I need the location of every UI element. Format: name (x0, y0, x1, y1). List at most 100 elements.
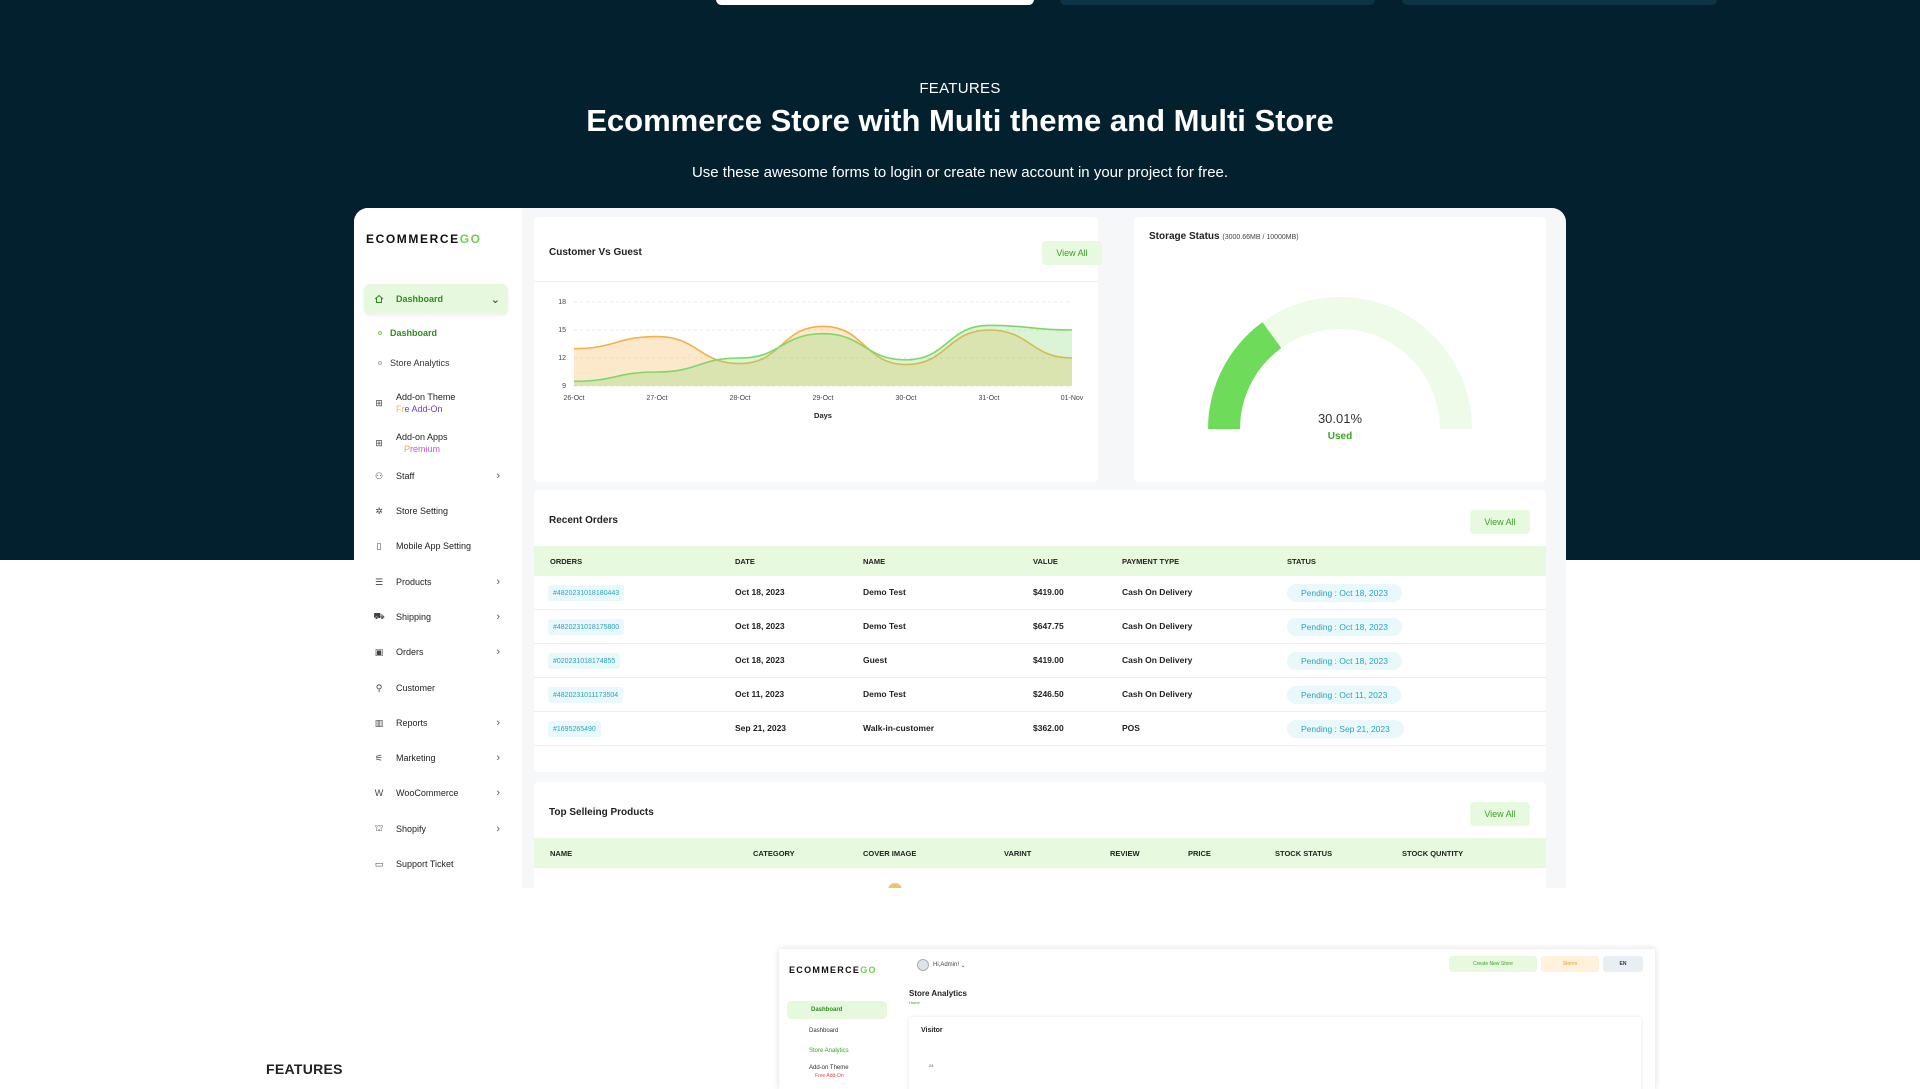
sidebar-subitem-dashboard[interactable]: Dashboard (809, 1028, 838, 1034)
sidebar-item-addon-theme[interactable]: Add-on Theme (809, 1065, 849, 1071)
payment-type: Cash On Delivery (1122, 621, 1193, 631)
y-tick-label: 12 (558, 355, 566, 362)
sidebar-item-customer[interactable]: ⚲ Customer (364, 673, 508, 703)
view-all-button[interactable]: View All (1470, 802, 1530, 826)
view-all-button[interactable]: View All (1470, 510, 1530, 534)
x-tick-label: 29-Oct (812, 395, 833, 402)
order-id-link[interactable]: #4820231018175800 (548, 619, 625, 635)
order-date: Oct 18, 2023 (735, 621, 785, 631)
sidebar-subitem-store-analytics[interactable]: Store Analytics (378, 358, 450, 368)
order-id-link[interactable]: #020231018174855 (548, 653, 621, 669)
sidebar-item-store-setting[interactable]: ✲ Store Setting (364, 496, 508, 526)
y-tick-label: 15 (558, 327, 566, 334)
table-row[interactable]: #4820231011173504 Oct 11, 2023 Demo Test $2… (534, 678, 1546, 712)
chevron-right-icon: › (496, 646, 500, 658)
column-header: VARINT (1004, 848, 1032, 858)
column-header: DATE (735, 556, 755, 566)
top-tab-button[interactable] (1060, 0, 1375, 5)
grid-icon: ⊞ (375, 397, 383, 408)
breadcrumb[interactable]: Home (909, 1000, 920, 1005)
sidebar-item-woocommerce[interactable]: W WooCommerce › (364, 778, 508, 808)
sidebar-item-label: Add-on Apps (396, 431, 448, 442)
table-row[interactable]: #1695265490 Sep 21, 2023 Walk-in-customer $… (534, 712, 1546, 746)
sidebar-item-label: Add-on Theme (396, 391, 456, 402)
megaphone-icon: ⚟ (374, 752, 384, 763)
sidebar-subitem-dashboard[interactable]: Dashboard (378, 328, 437, 338)
payment-type: Cash On Delivery (1122, 689, 1193, 699)
store-select[interactable]: Stores (1541, 956, 1599, 972)
customer-vs-guest-card: Customer Vs Guest View All 9 12 15 18 26-Oct… (534, 217, 1102, 482)
customer-name: Demo Test (863, 689, 906, 699)
sidebar-item-label: Customer (396, 683, 436, 693)
sidebar-item-dashboard[interactable]: Dashboard ⌄ (364, 284, 508, 314)
customer-name: Demo Test (863, 621, 906, 631)
sidebar-item-staff[interactable]: ⚇ Staff › (364, 461, 508, 491)
sidebar-item-label: Marketing (396, 753, 436, 763)
order-id-link[interactable]: #4820231018180443 (548, 585, 625, 601)
area-chart: 9 12 15 18 26-Oct 27-Oct 28-Oct 29-Oct 30-Oct 31-… (558, 299, 1084, 420)
payment-type: Cash On Delivery (1122, 655, 1193, 665)
column-header: CATEGORY (753, 848, 795, 858)
language-select[interactable]: EN (1603, 956, 1643, 972)
dashboard-preview: ECOMMERCEGO Dashboard ⌄ Dashboard Store … (354, 208, 1566, 888)
users-icon: ⚇ (374, 470, 384, 481)
x-tick-label: 01-Nov (1061, 395, 1084, 402)
order-id-link[interactable]: #4820231011173504 (548, 687, 624, 703)
chevron-right-icon: › (496, 470, 500, 482)
payment-type: POS (1122, 723, 1140, 733)
sidebar-item-orders[interactable]: ▣ Orders › (364, 637, 508, 667)
card-title: Top Selleing Products (549, 807, 654, 818)
table-row[interactable]: #4820231018180443 Oct 18, 2023 Demo Test $4… (534, 576, 1546, 610)
admin-menu[interactable]: Hi,Admin! ⌄ (917, 959, 966, 971)
page-title: Store Analytics (909, 989, 967, 998)
free-addon-tag: Fre Add-On (396, 404, 443, 414)
sidebar-item-addon-theme[interactable]: ⊞ Add-on Theme Fre Add-On (364, 386, 508, 420)
top-tab-button[interactable] (1402, 0, 1717, 5)
order-id-link[interactable]: #1695265490 (548, 721, 601, 737)
settings-icon: ✲ (375, 505, 383, 516)
status-badge: Pending : Oct 11, 2023 (1287, 686, 1402, 704)
y-tick-label: 18 (558, 299, 566, 306)
chevron-right-icon: › (496, 576, 500, 588)
box-icon: ▣ (374, 646, 384, 657)
sidebar-item-support-ticket[interactable]: ▭ Support Ticket (364, 849, 508, 879)
product-cover-image (888, 883, 902, 888)
sidebar-item-reports[interactable]: ▥ Reports › (364, 708, 508, 738)
logo[interactable]: ECOMMERCEGO (789, 965, 877, 975)
table-row[interactable]: #4820231018175800 Oct 18, 2023 Demo Test $6… (534, 610, 1546, 644)
sidebar-item-addon-apps[interactable]: ⊞ Add-on Apps Premium (364, 426, 508, 460)
table-row[interactable]: #020231018174855 Oct 18, 2023 Guest $419.00… (534, 644, 1546, 678)
sidebar-item-shipping[interactable]: ⛟ Shipping › (364, 602, 508, 632)
customer-name: Guest (863, 655, 888, 665)
order-value: $362.00 (1033, 723, 1064, 733)
storage-percent: 30.01% (1317, 411, 1363, 426)
column-header: VALUE (1033, 556, 1058, 566)
chevron-right-icon: › (496, 752, 500, 764)
card-title: Storage Status (3000.66MB / 10000MB) (1149, 231, 1299, 242)
order-date: Sep 21, 2023 (735, 723, 787, 733)
top-tab-button-active[interactable] (716, 0, 1034, 5)
storage-status-card: Storage Status (3000.66MB / 10000MB) 30.… (1134, 217, 1546, 482)
recent-orders-card: Recent Orders View All ORDERS DATE NAME … (534, 490, 1546, 772)
status-badge: Pending : Sep 21, 2023 (1287, 720, 1404, 738)
top-selling-products-card: Top Selleing Products View All NAME CATE… (534, 782, 1546, 888)
sidebar-subitem-store-analytics[interactable]: Store Analytics (809, 1048, 849, 1054)
y-tick-label: 9 (562, 383, 566, 390)
create-store-button[interactable]: Create New Store (1449, 956, 1537, 972)
mobile-icon: ▯ (376, 540, 382, 551)
sidebar-item-label: Shopify (396, 824, 427, 834)
status-badge: Pending : Oct 18, 2023 (1287, 652, 1402, 670)
sidebar-item-mobile-app-setting[interactable]: ▯ Mobile App Setting (364, 531, 508, 561)
section-subtitle: Use these awesome forms to login or crea… (691, 164, 1229, 181)
storage-used-label: Used (1327, 431, 1353, 442)
column-header: STOCK STATUS (1275, 848, 1333, 858)
view-all-button[interactable]: View All (1042, 241, 1102, 265)
sidebar-item-marketing[interactable]: ⚟ Marketing › (364, 743, 508, 773)
column-header: REVIEW (1110, 848, 1140, 858)
order-date: Oct 18, 2023 (735, 587, 785, 597)
logo[interactable]: ECOMMERCEGO (366, 232, 482, 246)
sidebar-item-products[interactable]: ☰ Products › (364, 567, 508, 597)
premium-tag: Premium (404, 444, 441, 454)
sidebar-item-shopify[interactable]: ⛫ Shopify › (364, 814, 508, 844)
sidebar-item-dashboard[interactable]: Dashboard (787, 1001, 887, 1019)
